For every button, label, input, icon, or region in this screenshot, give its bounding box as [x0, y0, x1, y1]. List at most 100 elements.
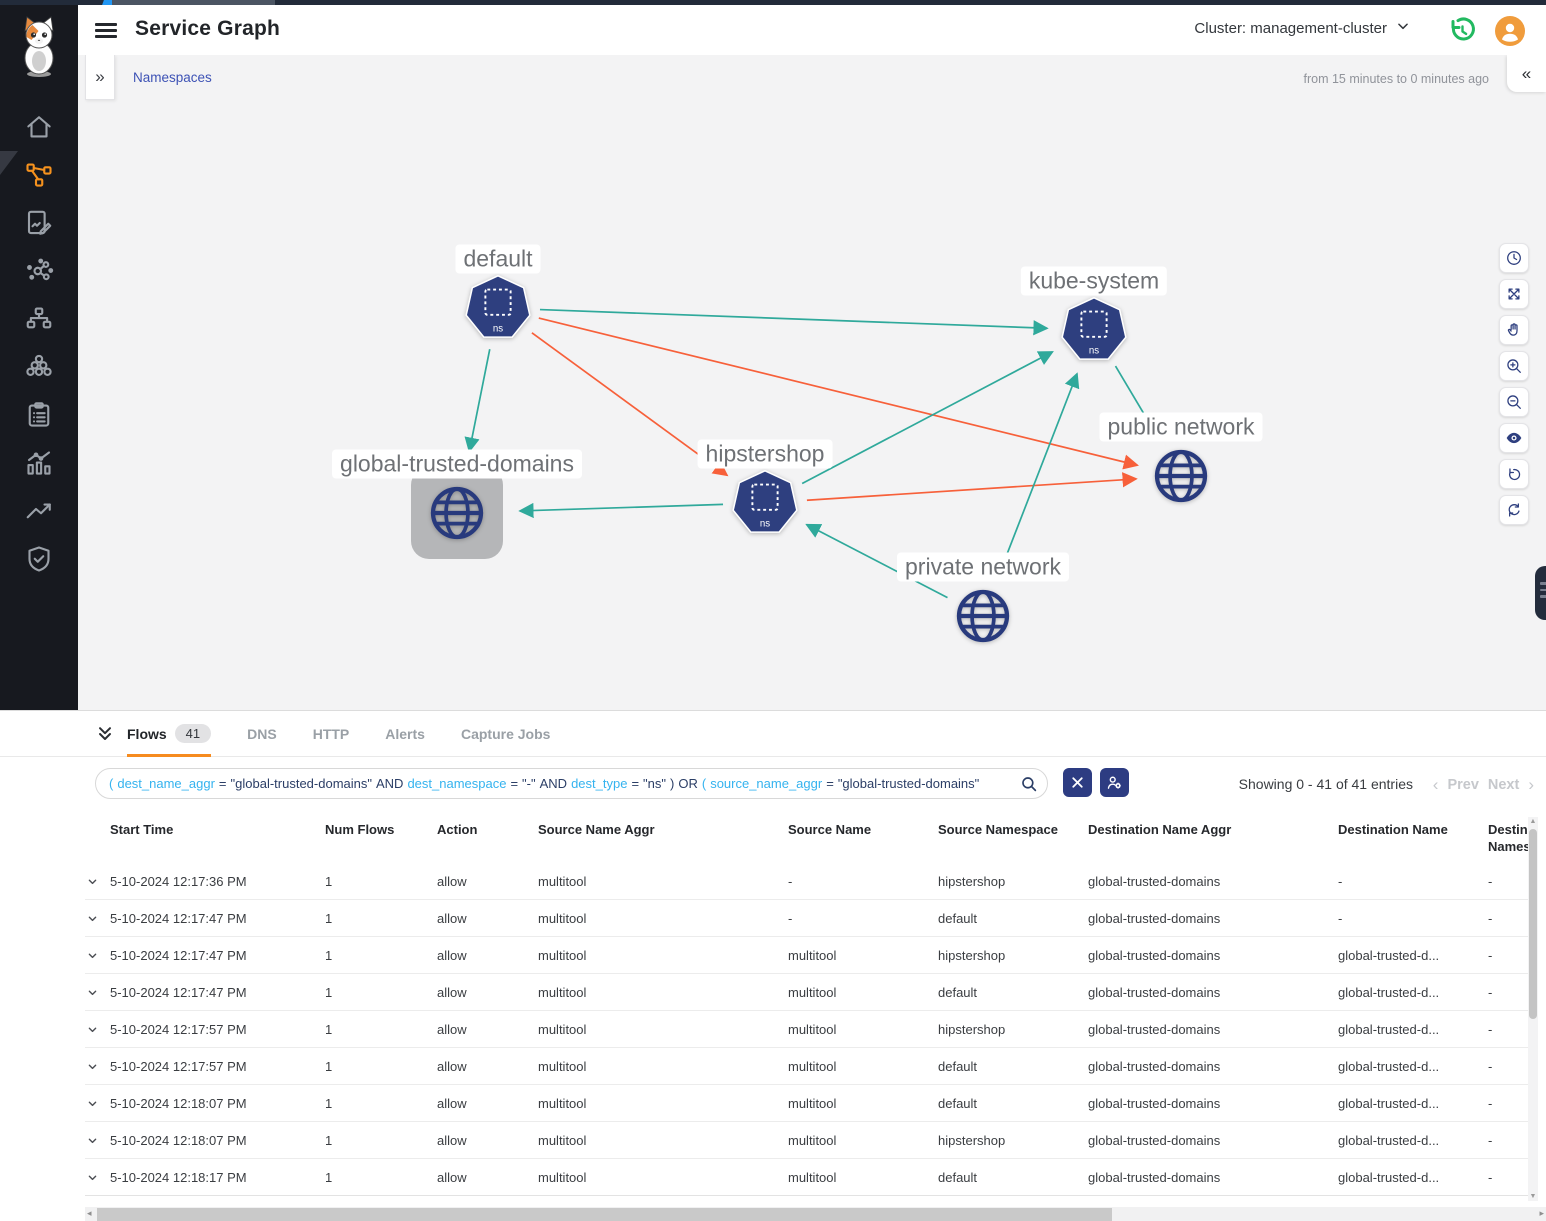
sidebar-item-home[interactable]	[24, 112, 54, 142]
scroll-left-arrow[interactable]: ◂	[87, 1208, 92, 1219]
side-pull-tab[interactable]	[1535, 566, 1546, 620]
horizontal-scroll-thumb[interactable]	[97, 1208, 1112, 1221]
pan-button[interactable]	[1499, 315, 1529, 345]
tab-capture-jobs[interactable]: Capture Jobs	[461, 711, 550, 757]
table-row[interactable]: 5-10-2024 12:17:47 PM1allowmultitoolmult…	[85, 937, 1530, 974]
graph-node-default[interactable]: ns	[465, 275, 531, 346]
edge-default-to-public-network[interactable]	[539, 318, 1138, 465]
edge-hipstershop-to-kube-system[interactable]	[802, 352, 1052, 484]
horizontal-scrollbar[interactable]: ◂ ▸	[85, 1207, 1546, 1221]
zoom-in-button[interactable]	[1499, 351, 1529, 381]
breadcrumb[interactable]: Namespaces	[133, 70, 212, 85]
graph-node-kube-system[interactable]: ns	[1061, 297, 1127, 368]
table-cell: -	[1488, 1170, 1530, 1185]
column-header-destination-name[interactable]: Destination Name	[1338, 821, 1488, 863]
edge-hipstershop-to-public-network[interactable]	[807, 479, 1136, 500]
table-row[interactable]: 5-10-2024 12:18:07 PM1allowmultitoolmult…	[85, 1085, 1530, 1122]
flow-filter-input[interactable]: (dest_name_aggr="global-trusted-domains"…	[95, 768, 1048, 799]
column-header-num-flows[interactable]: Num Flows	[325, 821, 437, 863]
row-expand-chevron-icon[interactable]	[85, 1096, 110, 1111]
filter-token-field: source_name_aggr	[710, 776, 822, 791]
user-settings-button[interactable]	[1100, 768, 1129, 797]
table-row[interactable]: 5-10-2024 12:18:07 PM1allowmultitoolmult…	[85, 1122, 1530, 1159]
table-row[interactable]: 5-10-2024 12:17:36 PM1allowmultitool-hip…	[85, 863, 1530, 900]
table-row[interactable]: 5-10-2024 12:17:57 PM1allowmultitoolmult…	[85, 1011, 1530, 1048]
next-button[interactable]: Next	[1488, 777, 1519, 793]
sidebar-item-network-topology[interactable]	[24, 304, 54, 334]
edge-default-to-global-trusted-domains[interactable]	[469, 349, 489, 451]
tab-dns[interactable]: DNS	[247, 711, 277, 757]
column-header-source-namespace[interactable]: Source Namespace	[938, 821, 1088, 863]
collapse-right-panel-button[interactable]: «	[1507, 55, 1546, 92]
sidebar-item-compliance-reports[interactable]	[24, 400, 54, 430]
graph-node-hipstershop[interactable]: ns	[732, 470, 798, 541]
sidebar-item-threat-defense[interactable]	[24, 544, 54, 574]
table-row[interactable]: 5-10-2024 12:17:47 PM1allowmultitoolmult…	[85, 974, 1530, 1011]
expand-side-panel-button[interactable]: »	[85, 55, 115, 100]
table-cell: global-trusted-domains	[1088, 874, 1338, 889]
graph-node-global-trusted-domains[interactable]	[427, 483, 487, 548]
table-cell: global-trusted-domains	[1088, 1022, 1338, 1037]
tab-bar: Flows41 DNS HTTP Alerts Capture Jobs	[0, 711, 1546, 757]
visibility-button[interactable]	[1499, 423, 1529, 453]
sidebar-item-workloads[interactable]	[24, 352, 54, 382]
row-expand-chevron-icon[interactable]	[85, 1059, 110, 1074]
row-expand-chevron-icon[interactable]	[85, 1133, 110, 1148]
table-cell: 1	[325, 911, 437, 926]
column-header-destination-namespace[interactable]: Destination Namespace	[1488, 821, 1530, 863]
row-expand-chevron-icon[interactable]	[85, 985, 110, 1000]
edge-private-network-to-kube-system[interactable]	[997, 374, 1077, 579]
avatar[interactable]	[1495, 16, 1525, 46]
collapse-flows-panel-chevron-icon[interactable]	[95, 724, 115, 744]
refresh-button[interactable]	[1499, 495, 1529, 525]
fit-view-button[interactable]	[1499, 279, 1529, 309]
cluster-selector[interactable]: Cluster: management-cluster	[1194, 19, 1410, 37]
zoom-out-button[interactable]	[1499, 387, 1529, 417]
table-cell: multitool	[538, 1059, 788, 1074]
row-expand-chevron-icon[interactable]	[85, 1170, 110, 1185]
undo-button[interactable]	[1499, 459, 1529, 489]
scroll-down-arrow[interactable]: ▼	[1528, 1193, 1538, 1200]
table-cell: 1	[325, 1096, 437, 1111]
history-icon[interactable]	[1447, 16, 1477, 46]
clear-filter-button[interactable]	[1063, 768, 1092, 797]
table-row[interactable]: 5-10-2024 12:17:57 PM1allowmultitoolmult…	[85, 1048, 1530, 1085]
time-range-button[interactable]	[1499, 243, 1529, 273]
graph-node-private-network[interactable]	[953, 586, 1013, 651]
menu-icon[interactable]	[95, 19, 119, 41]
vertical-scroll-thumb[interactable]	[1529, 829, 1537, 1019]
edge-default-to-kube-system[interactable]	[540, 310, 1047, 329]
table-row[interactable]: 5-10-2024 12:17:47 PM1allowmultitool-def…	[85, 900, 1530, 937]
tab-http[interactable]: HTTP	[313, 711, 350, 757]
scroll-right-arrow[interactable]: ▸	[1539, 1208, 1544, 1219]
column-header-source-name[interactable]: Source Name	[788, 821, 938, 863]
column-header-source-name-aggr[interactable]: Source Name Aggr	[538, 821, 788, 863]
tab-flows[interactable]: Flows41	[127, 711, 211, 757]
table-row[interactable]: 5-10-2024 12:18:17 PM1allowmultitoolmult…	[85, 1159, 1530, 1196]
vertical-scrollbar[interactable]: ▲ ▼	[1528, 817, 1538, 1201]
column-header-action[interactable]: Action	[437, 821, 538, 863]
column-header-destination-name-aggr[interactable]: Destination Name Aggr	[1088, 821, 1338, 863]
table-cell: global-trusted-domains	[1088, 911, 1338, 926]
sidebar-item-endpoints[interactable]	[24, 256, 54, 286]
sidebar-item-service-graph[interactable]	[24, 160, 54, 190]
column-header-start-time[interactable]: Start Time	[110, 821, 325, 863]
prev-button[interactable]: Prev	[1447, 777, 1478, 793]
row-expand-chevron-icon[interactable]	[85, 948, 110, 963]
row-expand-chevron-icon[interactable]	[85, 911, 110, 926]
table-cell: allow	[437, 1022, 538, 1037]
graph-node-public-network[interactable]	[1151, 446, 1211, 511]
sidebar-item-activity[interactable]	[24, 496, 54, 526]
table-cell: 5-10-2024 12:17:47 PM	[110, 948, 325, 963]
tab-alerts[interactable]: Alerts	[385, 711, 425, 757]
edge-hipstershop-to-global-trusted-domains[interactable]	[520, 504, 723, 511]
calico-cat-logo[interactable]	[11, 11, 67, 79]
service-graph-canvas[interactable]: nsdefaultnskube-systemnshipstershopgloba…	[78, 55, 1546, 710]
row-expand-chevron-icon[interactable]	[85, 874, 110, 889]
sidebar-item-policies[interactable]	[24, 208, 54, 238]
row-expand-chevron-icon[interactable]	[85, 1022, 110, 1037]
scroll-up-arrow[interactable]: ▲	[1528, 818, 1538, 825]
table-cell: 5-10-2024 12:18:07 PM	[110, 1096, 325, 1111]
search-icon	[1020, 775, 1038, 793]
sidebar-item-dashboards[interactable]	[24, 448, 54, 478]
